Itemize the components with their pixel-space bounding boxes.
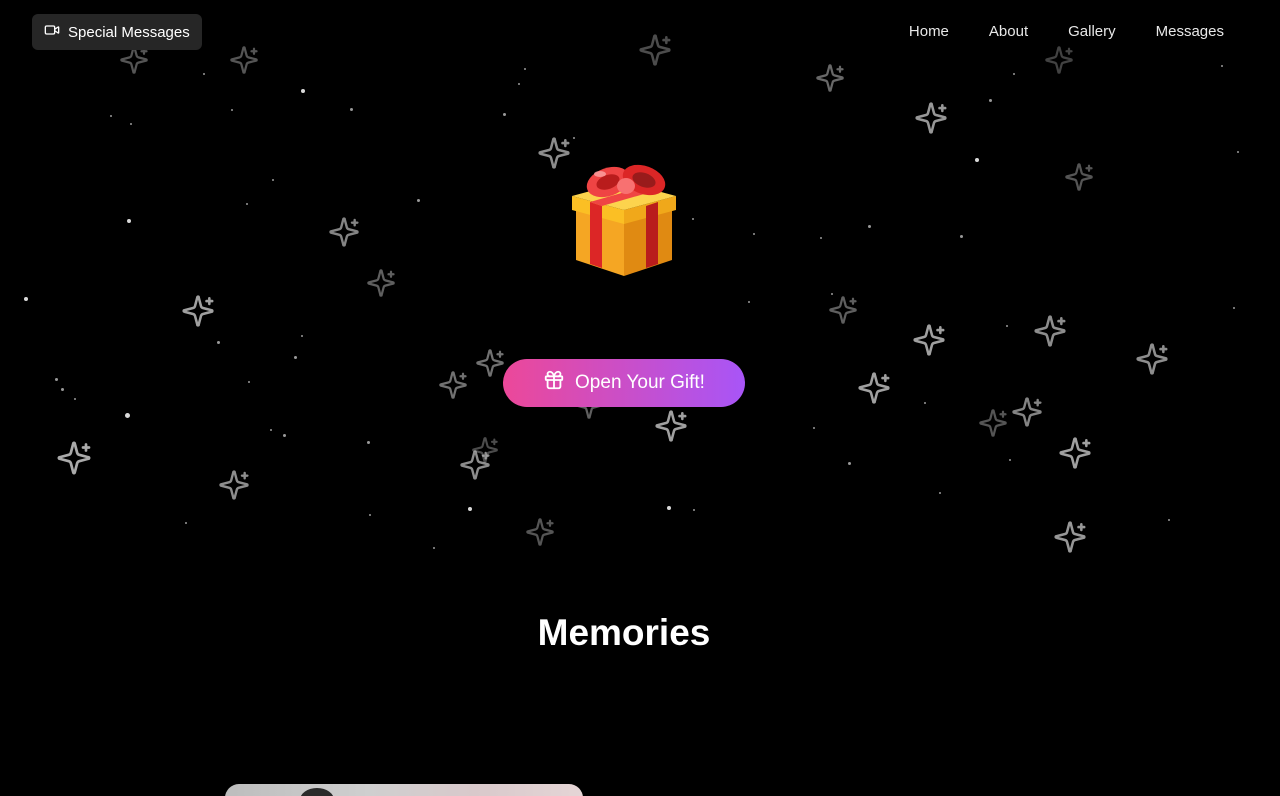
sparkle-icon (857, 371, 891, 405)
sparkle-icon (1011, 396, 1043, 428)
star-dot (124, 412, 130, 418)
sparkle-icon (537, 136, 571, 170)
nav-about[interactable]: About (989, 22, 1028, 42)
memories-title: Memories (537, 612, 711, 653)
sparkle-icon (525, 517, 555, 547)
sparkle-icon (1053, 520, 1087, 554)
star-dot (667, 506, 671, 510)
nav-messages[interactable]: Messages (1156, 22, 1224, 42)
star-dot (518, 83, 520, 85)
star-dot (248, 381, 250, 383)
star-dot (60, 387, 64, 391)
star-dot (185, 522, 187, 524)
nav-gallery[interactable]: Gallery (1068, 22, 1116, 42)
sparkle-icon (471, 436, 499, 464)
star-dot (231, 109, 233, 111)
star-dot (693, 509, 695, 511)
star-dot (203, 73, 205, 75)
sparkle-icon (218, 469, 250, 501)
star-dot (753, 233, 755, 235)
photo-subject (300, 788, 334, 796)
star-dot (1221, 65, 1223, 67)
memory-photo-card[interactable] (225, 784, 583, 796)
star-dot (831, 293, 833, 295)
star-dot (692, 218, 694, 220)
sparkle-icon (654, 409, 688, 443)
sparkle-icon (229, 45, 259, 75)
badge-label: Special Messages (68, 23, 190, 41)
star-dot (301, 89, 305, 93)
sparkle-icon (914, 101, 948, 135)
star-dot (1013, 73, 1015, 75)
star-dot (369, 514, 371, 516)
star-dot (573, 137, 575, 139)
star-dot (524, 68, 526, 70)
video-camera-icon (44, 22, 60, 42)
star-dot (975, 158, 979, 162)
page: Special Messages Home About Gallery Mess… (0, 0, 1280, 796)
gift-box-emoji (568, 164, 680, 280)
special-messages-badge[interactable]: Special Messages (32, 14, 202, 50)
star-dot (54, 377, 58, 381)
star-dot (74, 398, 76, 400)
star-dot (468, 507, 472, 511)
star-dot (24, 297, 28, 301)
star-dot (924, 402, 926, 404)
sparkle-icon (1058, 436, 1092, 470)
sparkle-icon (56, 440, 92, 476)
star-dot (1237, 151, 1239, 153)
sparkle-icon (978, 408, 1008, 438)
star-dot (416, 198, 420, 202)
star-dot (813, 427, 815, 429)
star-dot (1233, 307, 1235, 309)
sparkle-icon (475, 348, 505, 378)
sparkle-icon (181, 294, 215, 328)
star-dot (959, 234, 963, 238)
sparkle-icon (459, 449, 491, 481)
star-dot (1006, 325, 1008, 327)
sparkle-icon (366, 268, 396, 298)
star-dot (301, 335, 303, 337)
star-dot (272, 179, 274, 181)
star-dot (130, 123, 132, 125)
star-dot (1009, 459, 1011, 461)
star-dot (433, 547, 435, 549)
star-dot (270, 429, 272, 431)
sparkle-icon (1064, 162, 1094, 192)
open-gift-label: Open Your Gift! (575, 372, 705, 393)
star-dot (293, 355, 297, 359)
star-dot (748, 301, 750, 303)
star-dot (127, 219, 131, 223)
gift-icon (543, 369, 565, 397)
sparkle-icon (815, 63, 845, 93)
sparkle-icon (912, 323, 946, 357)
sparkle-icon (438, 370, 468, 400)
sparkle-icon (1044, 45, 1074, 75)
sparkle-icon (828, 295, 858, 325)
sparkle-icon (1033, 314, 1067, 348)
star-dot (246, 203, 248, 205)
star-dot (988, 98, 992, 102)
star-dot (502, 112, 506, 116)
star-dot (366, 440, 370, 444)
star-dot (349, 107, 353, 111)
star-dot (282, 433, 286, 437)
star-dot (110, 115, 112, 117)
star-dot (847, 461, 851, 465)
open-gift-button[interactable]: Open Your Gift! (503, 359, 745, 407)
main-nav: Home About Gallery Messages (909, 22, 1224, 42)
star-dot (1168, 519, 1170, 521)
star-dot (867, 224, 871, 228)
star-dot (820, 237, 822, 239)
sparkle-icon (328, 216, 360, 248)
sparkle-icon (1135, 342, 1169, 376)
star-dot (216, 340, 220, 344)
star-dot (939, 492, 941, 494)
sparkle-icon (638, 33, 672, 67)
nav-home[interactable]: Home (909, 22, 949, 42)
